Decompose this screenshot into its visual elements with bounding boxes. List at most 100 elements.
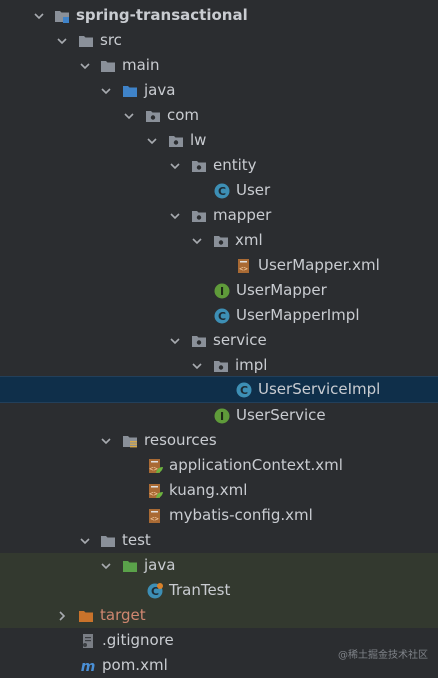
chevron-down-icon[interactable] xyxy=(99,78,113,103)
resources-folder-icon xyxy=(122,433,138,449)
maven-file-icon: m xyxy=(80,658,96,674)
tree-row-entity[interactable]: entity xyxy=(0,153,438,178)
tree-row-resources[interactable]: resources xyxy=(0,428,438,453)
svg-text:<>: <> xyxy=(150,515,158,523)
package-icon xyxy=(191,208,207,224)
chevron-down-icon[interactable] xyxy=(190,353,204,378)
package-label: service xyxy=(213,331,267,349)
svg-text:m: m xyxy=(81,659,96,674)
xml-file-icon: <> xyxy=(236,258,252,274)
folder-label: resources xyxy=(144,431,217,449)
package-icon xyxy=(145,108,161,124)
class-label: User xyxy=(236,181,271,199)
source-folder-icon xyxy=(122,83,138,99)
project-tree: spring-transactional src main java com l… xyxy=(0,0,438,675)
tree-row-java-main[interactable]: java xyxy=(0,78,438,103)
tree-row-project-root[interactable]: spring-transactional xyxy=(0,3,438,28)
project-name: spring-transactional xyxy=(76,6,248,24)
tree-row-usermapper[interactable]: I UserMapper xyxy=(0,278,438,303)
chevron-down-icon[interactable] xyxy=(32,3,46,28)
interface-label: UserMapper xyxy=(236,281,327,299)
chevron-down-icon[interactable] xyxy=(78,53,92,78)
test-folder-icon xyxy=(122,558,138,574)
package-label: entity xyxy=(213,156,257,174)
package-icon xyxy=(191,158,207,174)
folder-label: src xyxy=(100,31,122,49)
svg-text:C: C xyxy=(218,185,226,198)
excluded-folder-icon xyxy=(78,608,94,624)
package-label: com xyxy=(167,106,200,124)
class-label: UserMapperImpl xyxy=(236,306,360,324)
gitignore-file-icon xyxy=(80,633,96,649)
folder-icon xyxy=(100,58,116,74)
tree-row-test[interactable]: test xyxy=(0,528,438,553)
tree-row-xml[interactable]: xml xyxy=(0,228,438,253)
package-label: mapper xyxy=(213,206,272,224)
package-icon xyxy=(213,233,229,249)
chevron-down-icon[interactable] xyxy=(78,528,92,553)
interface-icon: I xyxy=(214,408,230,424)
package-icon xyxy=(213,358,229,374)
tree-row-usermapperimpl[interactable]: C UserMapperImpl xyxy=(0,303,438,328)
tree-row-applicationcontext-xml[interactable]: <> applicationContext.xml xyxy=(0,453,438,478)
interface-label: UserService xyxy=(236,406,326,424)
watermark: @稀土掘金技术社区 xyxy=(338,650,428,661)
package-label: lw xyxy=(190,131,207,149)
tree-row-java-test[interactable]: java xyxy=(0,553,438,578)
file-label: kuang.xml xyxy=(169,481,248,499)
chevron-down-icon[interactable] xyxy=(168,203,182,228)
class-icon: C xyxy=(214,308,230,324)
tree-row-user[interactable]: C User xyxy=(0,178,438,203)
folder-label: test xyxy=(122,531,151,549)
chevron-down-icon[interactable] xyxy=(122,103,136,128)
spring-xml-file-icon: <> xyxy=(147,483,163,499)
file-label: .gitignore xyxy=(102,631,174,649)
file-label: UserMapper.xml xyxy=(258,256,380,274)
chevron-down-icon[interactable] xyxy=(168,153,182,178)
chevron-down-icon[interactable] xyxy=(55,28,69,53)
module-folder-icon xyxy=(54,8,70,24)
tree-row-mybatis-config-xml[interactable]: <> mybatis-config.xml xyxy=(0,503,438,528)
chevron-right-icon[interactable] xyxy=(55,603,69,628)
tree-row-userserviceimpl[interactable]: C UserServiceImpl xyxy=(0,376,438,403)
package-icon xyxy=(191,333,207,349)
svg-text:I: I xyxy=(220,410,224,423)
svg-text:C: C xyxy=(240,384,248,397)
tree-row-trantest[interactable]: C TranTest xyxy=(0,578,438,603)
tree-row-src[interactable]: src xyxy=(0,28,438,53)
xml-file-icon: <> xyxy=(147,508,163,524)
class-icon: C xyxy=(214,183,230,199)
tree-row-service[interactable]: service xyxy=(0,328,438,353)
chevron-down-icon[interactable] xyxy=(145,128,159,153)
tree-row-lw[interactable]: lw xyxy=(0,128,438,153)
tree-row-target[interactable]: target xyxy=(0,603,438,628)
chevron-down-icon[interactable] xyxy=(99,553,113,578)
class-icon: C xyxy=(236,382,252,398)
tree-row-impl[interactable]: impl xyxy=(0,353,438,378)
package-label: impl xyxy=(235,356,268,374)
folder-label: java xyxy=(144,556,176,574)
tree-row-usermapper-xml[interactable]: <> UserMapper.xml xyxy=(0,253,438,278)
folder-icon xyxy=(78,33,94,49)
package-icon xyxy=(168,133,184,149)
tree-row-main[interactable]: main xyxy=(0,53,438,78)
folder-label: main xyxy=(122,56,160,74)
folder-label: java xyxy=(144,81,176,99)
tree-row-com[interactable]: com xyxy=(0,103,438,128)
interface-icon: I xyxy=(214,283,230,299)
file-label: mybatis-config.xml xyxy=(169,506,313,524)
svg-text:C: C xyxy=(218,310,226,323)
chevron-down-icon[interactable] xyxy=(99,428,113,453)
tree-row-userservice[interactable]: I UserService xyxy=(0,403,438,428)
package-label: xml xyxy=(235,231,263,249)
class-label: TranTest xyxy=(169,581,231,599)
test-class-icon: C xyxy=(147,582,163,599)
tree-row-mapper[interactable]: mapper xyxy=(0,203,438,228)
folder-label: target xyxy=(100,606,146,624)
svg-text:<>: <> xyxy=(239,265,247,273)
file-label: applicationContext.xml xyxy=(169,456,343,474)
tree-row-kuang-xml[interactable]: <> kuang.xml xyxy=(0,478,438,503)
class-label: UserServiceImpl xyxy=(258,380,381,398)
chevron-down-icon[interactable] xyxy=(190,228,204,253)
chevron-down-icon[interactable] xyxy=(168,328,182,353)
